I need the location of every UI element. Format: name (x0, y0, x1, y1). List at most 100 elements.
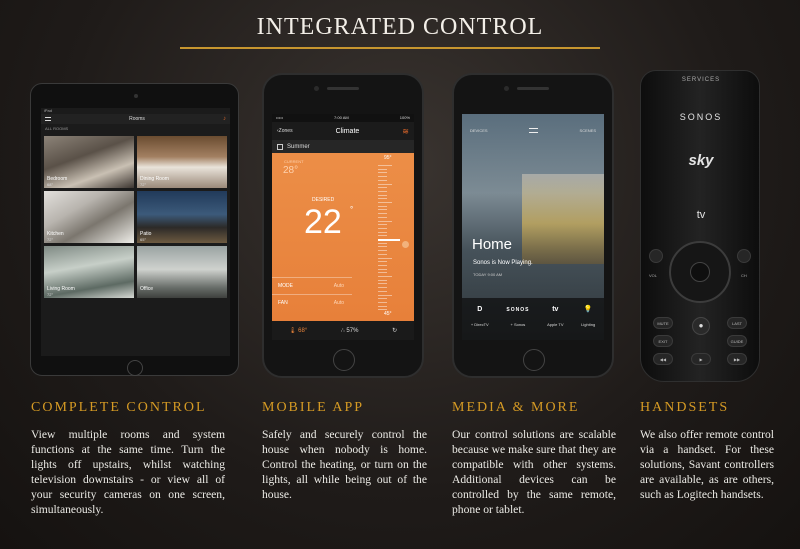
apple-tv-button-label: tv (696, 209, 706, 221)
source-bar: D + DirecTV SONOS + Sonos tv Apple TV 💡 … (462, 298, 604, 340)
scale-tick (378, 183, 392, 185)
scale-tick (378, 272, 387, 274)
room-temp: 72° (140, 182, 147, 187)
phone-home-button[interactable] (523, 349, 545, 371)
fan-row[interactable]: FAN Auto (272, 294, 352, 310)
scale-tick (378, 301, 387, 303)
fan-label: FAN (278, 299, 288, 306)
scale-tick (378, 198, 387, 200)
section-complete-control: COMPLETE CONTROL View multiple rooms and… (31, 400, 225, 517)
audio-wave-icon[interactable]: ♪ (223, 116, 226, 122)
last-button[interactable]: LAST (727, 317, 747, 329)
scale-tick (378, 242, 387, 244)
scale-tick (378, 239, 400, 241)
climate-title: Climate (335, 127, 360, 135)
devices-tab[interactable]: DEVICES (470, 128, 488, 133)
tablet-subheader: ALL ROOMS (45, 126, 69, 131)
apple-tv-logo-text: tv (552, 306, 559, 313)
room-tile[interactable]: Kitchen 72° (44, 191, 134, 243)
section-body: Our control solutions are scalable becau… (452, 428, 616, 516)
mode-row[interactable]: MODE Auto (272, 277, 352, 293)
scale-tick (378, 290, 387, 292)
tablet-screen: iPad Rooms ♪ ALL ROOMS Bedroom 68° Dining… (41, 108, 230, 356)
menu-icon[interactable] (529, 128, 539, 133)
room-tile[interactable]: Patio 65° (137, 191, 227, 243)
source-caption: Lighting (581, 322, 596, 327)
audio-wave-icon[interactable]: ≋ (402, 127, 409, 136)
source-apple-tv[interactable]: tv Apple TV (547, 304, 563, 327)
scale-tick (378, 176, 387, 178)
scale-tick (378, 179, 387, 181)
tablet-home-button[interactable] (127, 360, 143, 376)
sonos-button[interactable]: SONOS (641, 112, 761, 122)
tablet-nav-bar: Rooms ♪ (41, 114, 230, 124)
scale-tick (378, 305, 387, 307)
scale-tick (378, 287, 387, 289)
room-temp: 65° (140, 237, 147, 242)
temperature-scale[interactable] (372, 165, 409, 315)
room-temp: 72° (47, 292, 54, 297)
scale-tick (378, 172, 387, 174)
now-playing-time: TODAY 9:00 AM (473, 272, 503, 277)
scenes-tab[interactable]: SCENES (580, 128, 596, 133)
source-sonos[interactable]: SONOS + Sonos (506, 304, 529, 327)
calendar-icon (277, 143, 283, 150)
scale-tick (378, 294, 392, 296)
mode-label: MODE (278, 282, 293, 289)
play-button[interactable]: ▶ (691, 353, 711, 365)
sonos-logo-icon: SONOS (506, 307, 530, 313)
scale-tick (378, 246, 387, 248)
scale-tick (378, 216, 387, 218)
ok-button[interactable] (690, 262, 710, 282)
scale-tick (378, 279, 387, 281)
source-caption: Apple TV (547, 322, 564, 327)
background-photo (522, 174, 604, 264)
menu-icon[interactable] (45, 117, 51, 121)
phone-climate: ••••• 7:00 AM 100% ‹Zones Climate ≋ Summ… (262, 73, 424, 378)
directional-pad[interactable] (669, 241, 731, 303)
rewind-button[interactable]: ◀◀ (653, 353, 673, 365)
scale-tick (378, 224, 387, 226)
directv-logo-icon: D (477, 306, 483, 313)
source-lighting[interactable]: 💡 Lighting (581, 304, 595, 327)
scale-tick (378, 194, 387, 196)
fast-forward-button[interactable]: ▶▶ (727, 353, 747, 365)
lightbulb-icon: 💡 (583, 306, 593, 313)
history-icon[interactable]: ↻ (392, 327, 397, 334)
room-tile[interactable]: Living Room 72° (44, 246, 134, 298)
scale-tick (378, 268, 387, 270)
footer-humidity[interactable]: ∴ 57% (341, 327, 359, 334)
phone-home-button[interactable] (333, 349, 355, 371)
back-round-button[interactable] (649, 249, 663, 263)
phone-camera (504, 86, 509, 91)
footer-humidity-value: 57% (346, 328, 359, 334)
schedule-bar[interactable]: Summer (272, 140, 414, 153)
mute-button[interactable]: MUTE (653, 317, 673, 329)
source-directv[interactable]: D + DirecTV (471, 304, 489, 327)
temperature-slider-knob[interactable] (402, 241, 409, 248)
tablet-device: iPad Rooms ♪ ALL ROOMS Bedroom 68° Dining… (30, 83, 239, 376)
sky-button[interactable]: sky (641, 152, 761, 169)
status-time: 7:00 AM (334, 115, 349, 120)
guide-button[interactable]: GUIDE (727, 335, 747, 347)
home-round-button[interactable] (737, 249, 751, 263)
scale-tick (378, 168, 387, 170)
section-heading: HANDSETS (640, 400, 730, 415)
room-tile[interactable]: Office (137, 246, 227, 298)
scale-tick (378, 235, 387, 237)
section-media-more: MEDIA & MORE Our control solutions are s… (452, 400, 616, 517)
exit-button[interactable]: EXIT (653, 335, 673, 347)
section-heading: MEDIA & MORE (452, 400, 580, 415)
scale-min: 45° (384, 311, 392, 317)
page-title: INTEGRATED CONTROL (256, 14, 544, 40)
scale-tick (378, 298, 387, 300)
phone-speaker (517, 87, 549, 90)
room-tile[interactable]: Dining Room 72° (137, 136, 227, 188)
back-button[interactable]: ‹Zones (277, 128, 293, 134)
apple-tv-button[interactable]: tv (641, 209, 761, 221)
room-tile[interactable]: Bedroom 68° (44, 136, 134, 188)
microphone-icon[interactable]: ● (692, 317, 710, 335)
footer-temp[interactable]: 🌡 68° (289, 327, 307, 334)
section-handsets: HANDSETS We also offer remote control vi… (640, 400, 774, 502)
section-heading: COMPLETE CONTROL (31, 400, 207, 415)
